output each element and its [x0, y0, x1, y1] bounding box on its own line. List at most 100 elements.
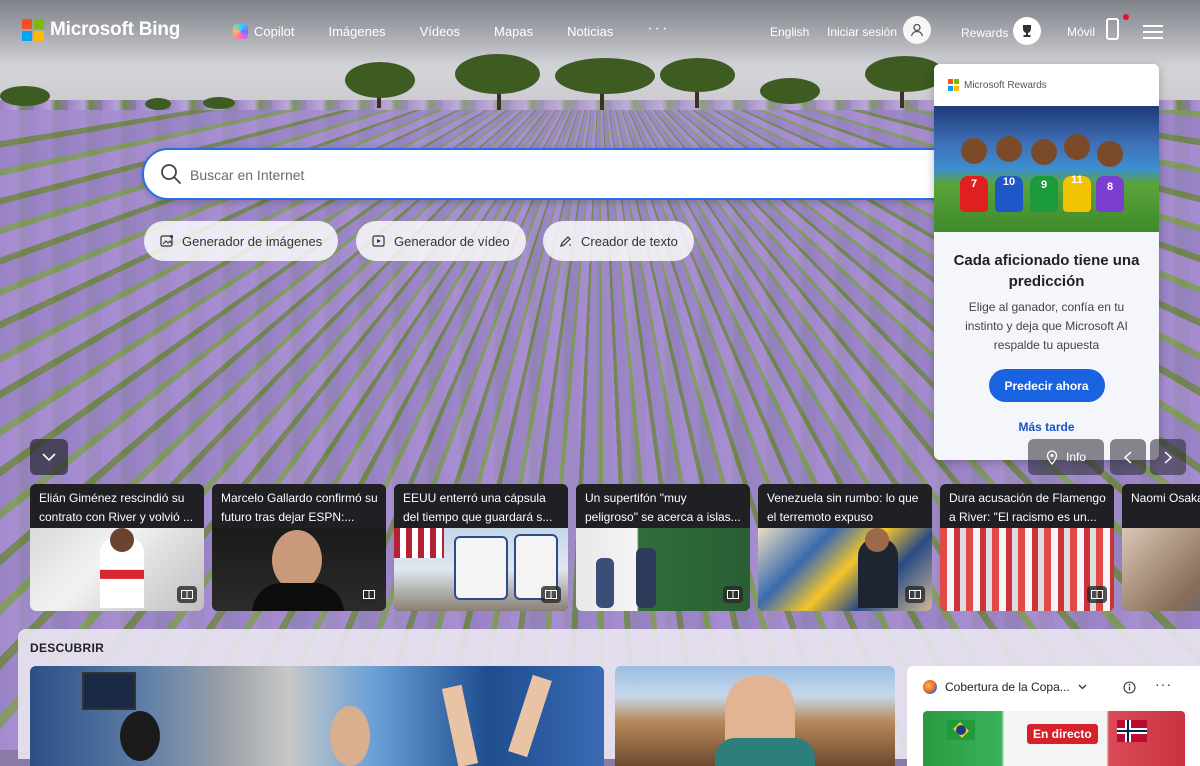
discover-card-image[interactable] — [615, 666, 895, 766]
more-dots-icon: ··· — [647, 19, 670, 37]
live-badge: En directo — [1027, 724, 1098, 744]
news-title: Elián Giménez rescindió su contrato con … — [30, 484, 204, 528]
news-title: Marcelo Gallardo confirmó su futuro tras… — [212, 484, 386, 528]
brazil-flag-icon — [947, 720, 975, 740]
globe-icon — [923, 680, 937, 694]
rewards-promo-card: Microsoft Rewards 7 10 9 11 8 Cada afici… — [934, 64, 1159, 460]
discover-title: DESCUBRIR — [30, 641, 105, 655]
video-generator-button[interactable]: Generador de vídeo — [356, 221, 526, 261]
info-icon[interactable] — [1123, 681, 1136, 694]
nav-copilot[interactable]: Copilot — [233, 24, 294, 39]
collapse-button[interactable] — [30, 439, 68, 475]
pill-label: Generador de imágenes — [182, 233, 323, 249]
copa-coverage-card[interactable]: Cobertura de la Copa... ··· En directo — [907, 666, 1200, 766]
info-label: Info — [1065, 450, 1086, 464]
nav-label: Mapas — [494, 24, 534, 39]
rewards-card-header: Microsoft Rewards — [934, 64, 1159, 106]
news-card[interactable]: Dura acusación de Flamengo a River: "El … — [940, 484, 1114, 611]
nav-news[interactable]: Noticias — [567, 24, 613, 39]
rewards-trophy-icon[interactable] — [1013, 17, 1041, 45]
player-head — [1097, 141, 1123, 167]
football-players-image: 7 10 9 11 8 — [934, 106, 1159, 232]
player-number: 9 — [1040, 179, 1048, 191]
chevron-down-icon[interactable] — [1078, 684, 1087, 690]
pill-label: Creador de texto — [581, 233, 678, 249]
news-carousel: Elián Giménez rescindió su contrato con … — [30, 484, 1200, 612]
search-icon[interactable] — [160, 163, 182, 185]
news-title: Dura acusación de Flamengo a River: "El … — [940, 484, 1114, 528]
copilot-icon — [233, 24, 248, 39]
news-title: EEUU enterró una cápsula del tiempo que … — [394, 484, 568, 528]
predict-now-button[interactable]: Predecir ahora — [988, 369, 1105, 402]
chevron-left-icon — [1124, 450, 1132, 464]
nav-label: Noticias — [567, 24, 614, 39]
news-card[interactable]: Venezuela sin rumbo: lo que el terremoto… — [758, 484, 932, 611]
read-icon — [1087, 586, 1107, 603]
logo-text: Microsoft Bing — [50, 19, 181, 40]
previous-image-button[interactable] — [1110, 439, 1146, 475]
norway-flag-icon — [1117, 720, 1147, 742]
read-icon — [177, 586, 197, 603]
rewards-card-body: Elige al ganador, confía en tu instinto … — [965, 300, 1128, 352]
next-image-button[interactable] — [1150, 439, 1186, 475]
nav-maps[interactable]: Mapas — [494, 24, 533, 39]
image-sparkle-icon — [160, 235, 173, 247]
chevron-down-icon — [42, 452, 56, 461]
read-icon — [905, 586, 925, 603]
player-head — [961, 138, 987, 164]
location-pin-icon — [1046, 449, 1058, 465]
chevron-right-icon — [1164, 450, 1172, 464]
more-options-icon[interactable]: ··· — [1155, 676, 1172, 692]
pill-label: Generador de vídeo — [394, 233, 510, 249]
top-header: Microsoft Bing Copilot Imágenes Vídeos M… — [0, 0, 1200, 64]
microsoft-logo-icon — [22, 19, 44, 41]
nav-more-button[interactable]: ··· — [647, 20, 669, 39]
nav-images[interactable]: Imágenes — [328, 24, 385, 39]
read-icon — [723, 586, 743, 603]
news-title: Venezuela sin rumbo: lo que el terremoto… — [758, 484, 932, 528]
notification-dot — [1123, 14, 1129, 20]
news-title: Un supertifón "muy peligroso" se acerca … — [576, 484, 750, 528]
main-nav: Copilot Imágenes Vídeos Mapas Noticias ·… — [233, 20, 669, 39]
news-card[interactable]: Un supertifón "muy peligroso" se acerca … — [576, 484, 750, 611]
copa-title: Cobertura de la Copa... — [945, 680, 1070, 694]
news-card[interactable]: Marcelo Gallardo confirmó su futuro tras… — [212, 484, 386, 611]
nav-label: Copilot — [254, 24, 295, 39]
nav-label: Vídeos — [419, 24, 461, 39]
bing-logo[interactable]: Microsoft Bing — [22, 19, 180, 41]
player-number: 10 — [1002, 176, 1016, 188]
news-image — [1122, 528, 1200, 611]
search-box[interactable] — [142, 148, 972, 200]
microsoft-logo-icon — [948, 79, 960, 91]
image-info-button[interactable]: Info — [1028, 439, 1104, 475]
image-generator-button[interactable]: Generador de imágenes — [144, 221, 339, 261]
tree — [345, 62, 415, 98]
player-head — [1031, 139, 1057, 165]
later-link[interactable]: Más tarde — [934, 420, 1159, 434]
rewards-link[interactable]: Rewards — [961, 26, 1008, 40]
hamburger-menu-icon[interactable] — [1143, 25, 1163, 39]
copa-header: Cobertura de la Copa... — [923, 680, 1087, 694]
phone-icon[interactable] — [1106, 18, 1119, 40]
search-input[interactable] — [188, 150, 932, 200]
read-icon — [359, 586, 379, 603]
player-number: 7 — [970, 178, 978, 190]
player-number: 8 — [1106, 181, 1114, 193]
tree — [203, 97, 235, 109]
player-head — [1064, 134, 1090, 160]
user-avatar-icon[interactable] — [903, 16, 931, 44]
nav-label: Imágenes — [328, 24, 386, 39]
signin-link[interactable]: Iniciar sesión — [827, 25, 897, 39]
video-sparkle-icon — [372, 235, 385, 247]
language-link[interactable]: English — [770, 25, 809, 39]
tree — [0, 86, 50, 106]
news-card[interactable]: EEUU enterró una cápsula del tiempo que … — [394, 484, 568, 611]
tree — [145, 98, 171, 110]
nav-videos[interactable]: Vídeos — [420, 24, 460, 39]
text-creator-button[interactable]: Creador de texto — [543, 221, 694, 261]
news-card[interactable]: Naomi Osaka Sabalenka — [1122, 484, 1200, 611]
mobile-link[interactable]: Móvil — [1067, 25, 1095, 39]
player-number: 11 — [1071, 174, 1083, 186]
news-card[interactable]: Elián Giménez rescindió su contrato con … — [30, 484, 204, 611]
discover-card-image[interactable] — [30, 666, 604, 766]
